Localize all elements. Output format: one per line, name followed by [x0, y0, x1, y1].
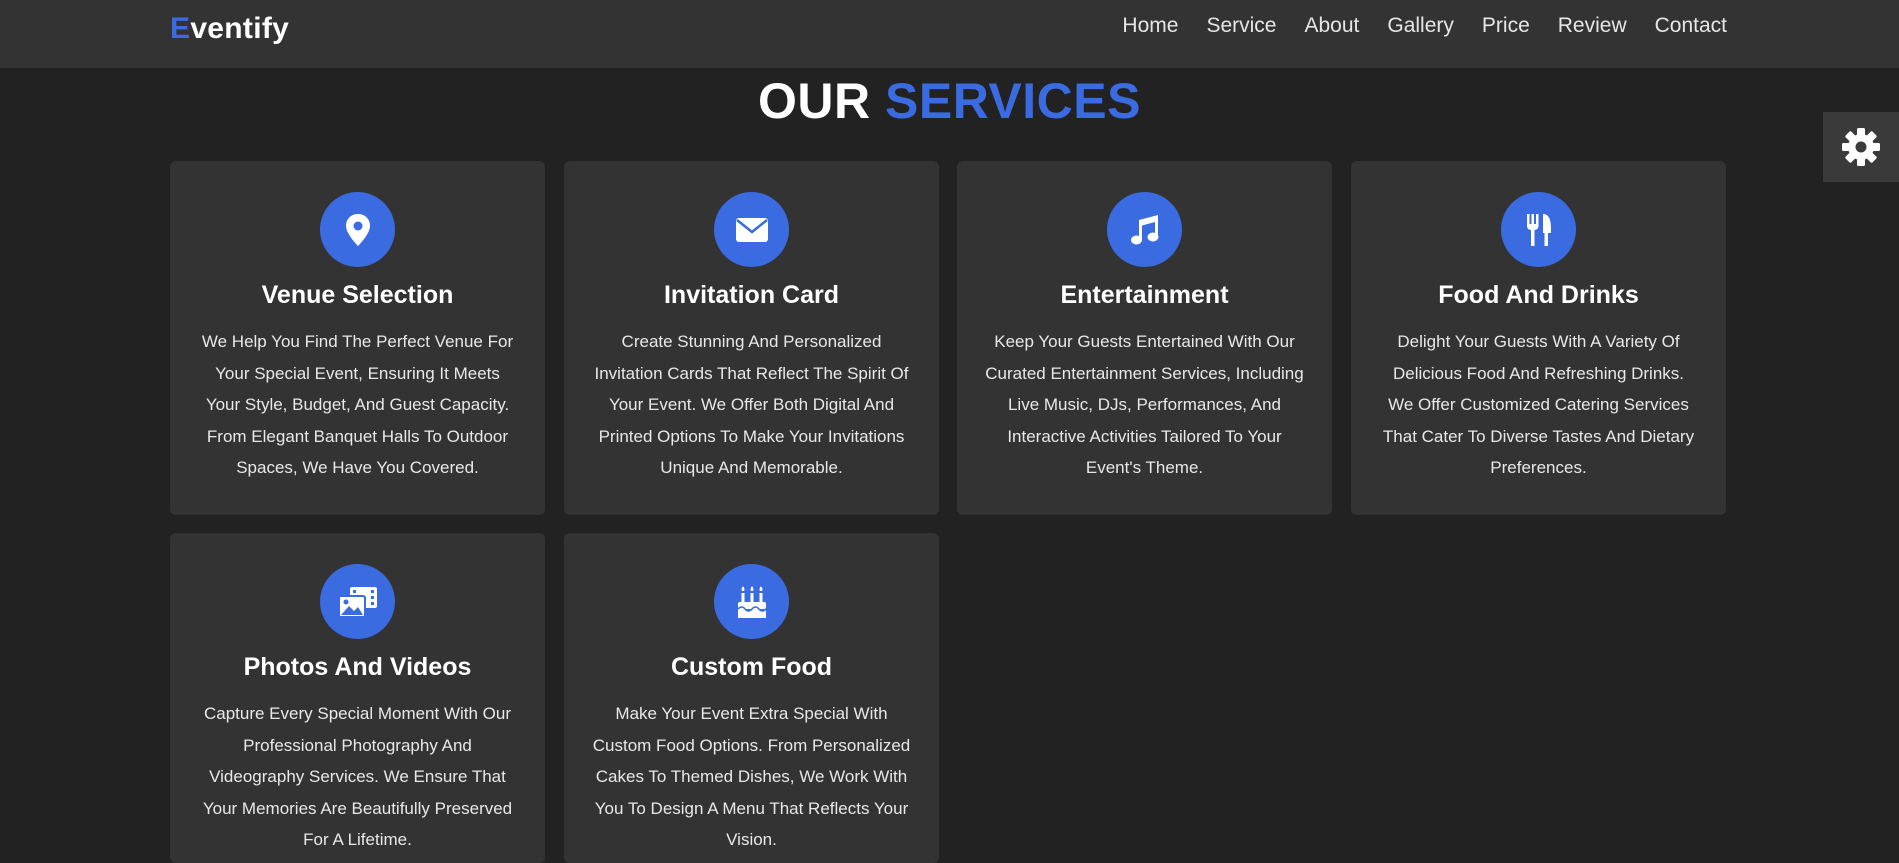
card-title: Invitation Card [663, 281, 839, 309]
icon-circle [320, 564, 395, 639]
nav-link-service[interactable]: Service [1206, 14, 1276, 38]
nav-link-about[interactable]: About [1304, 14, 1359, 38]
nav-link-gallery[interactable]: Gallery [1387, 14, 1454, 38]
card-description: Make Your Event Extra Special With Custo… [592, 704, 911, 849]
icon-circle [320, 192, 395, 267]
card-title: Venue Selection [261, 281, 454, 309]
card-title: Entertainment [1060, 281, 1229, 309]
section-title-accent: SERVICES [885, 73, 1141, 129]
card-description: Create Stunning And Personalized Invitat… [594, 332, 909, 477]
service-card-custom-food: Custom Food Make Your Event Extra Specia… [564, 533, 939, 863]
service-card-photos-and-videos: Photos And Videos Capture Every Special … [170, 533, 545, 863]
service-card-entertainment: Entertainment Keep Your Guests Entertain… [957, 161, 1332, 515]
icon-circle [714, 192, 789, 267]
card-title: Custom Food [670, 653, 833, 681]
logo-initial: E [170, 12, 191, 45]
service-card-food-and-drinks: Food And Drinks Delight Your Guests With… [1351, 161, 1726, 515]
logo-text: ventify [190, 12, 290, 45]
icon-circle [1107, 192, 1182, 267]
map-marker-icon [345, 213, 370, 246]
music-note-icon [1130, 214, 1158, 244]
card-description: Keep Your Guests Entertained With Our Cu… [985, 332, 1304, 477]
settings-button[interactable] [1823, 112, 1899, 182]
service-card-venue-selection: Venue Selection We Help You Find The Per… [170, 161, 545, 515]
birthday-cake-icon [736, 585, 767, 618]
section-title: OUR SERVICES [0, 72, 1899, 130]
nav-links: Home Service About Gallery Price Review … [1122, 14, 1727, 38]
card-title: Food And Drinks [1438, 281, 1639, 309]
logo[interactable]: Eventify [170, 12, 289, 46]
nav-link-contact[interactable]: Contact [1655, 14, 1727, 38]
card-description: Delight Your Guests With A Variety Of De… [1382, 332, 1695, 477]
nav-link-price[interactable]: Price [1482, 14, 1530, 38]
service-card-invitation-card: Invitation Card Create Stunning And Pers… [564, 161, 939, 515]
nav-link-review[interactable]: Review [1558, 14, 1627, 38]
nav-link-home[interactable]: Home [1122, 14, 1178, 38]
card-description: Capture Every Special Moment With Our Pr… [202, 704, 513, 849]
section-title-plain: OUR [758, 73, 871, 129]
card-description: We Help You Find The Perfect Venue For Y… [201, 332, 514, 477]
utensils-icon [1526, 213, 1551, 246]
gear-icon [1842, 128, 1880, 166]
navbar: Eventify Home Service About Gallery Pric… [0, 0, 1899, 68]
card-title: Photos And Videos [243, 653, 472, 681]
envelope-icon [735, 217, 768, 242]
icon-circle [1501, 192, 1576, 267]
icon-circle [714, 564, 789, 639]
photo-video-icon [337, 586, 377, 618]
